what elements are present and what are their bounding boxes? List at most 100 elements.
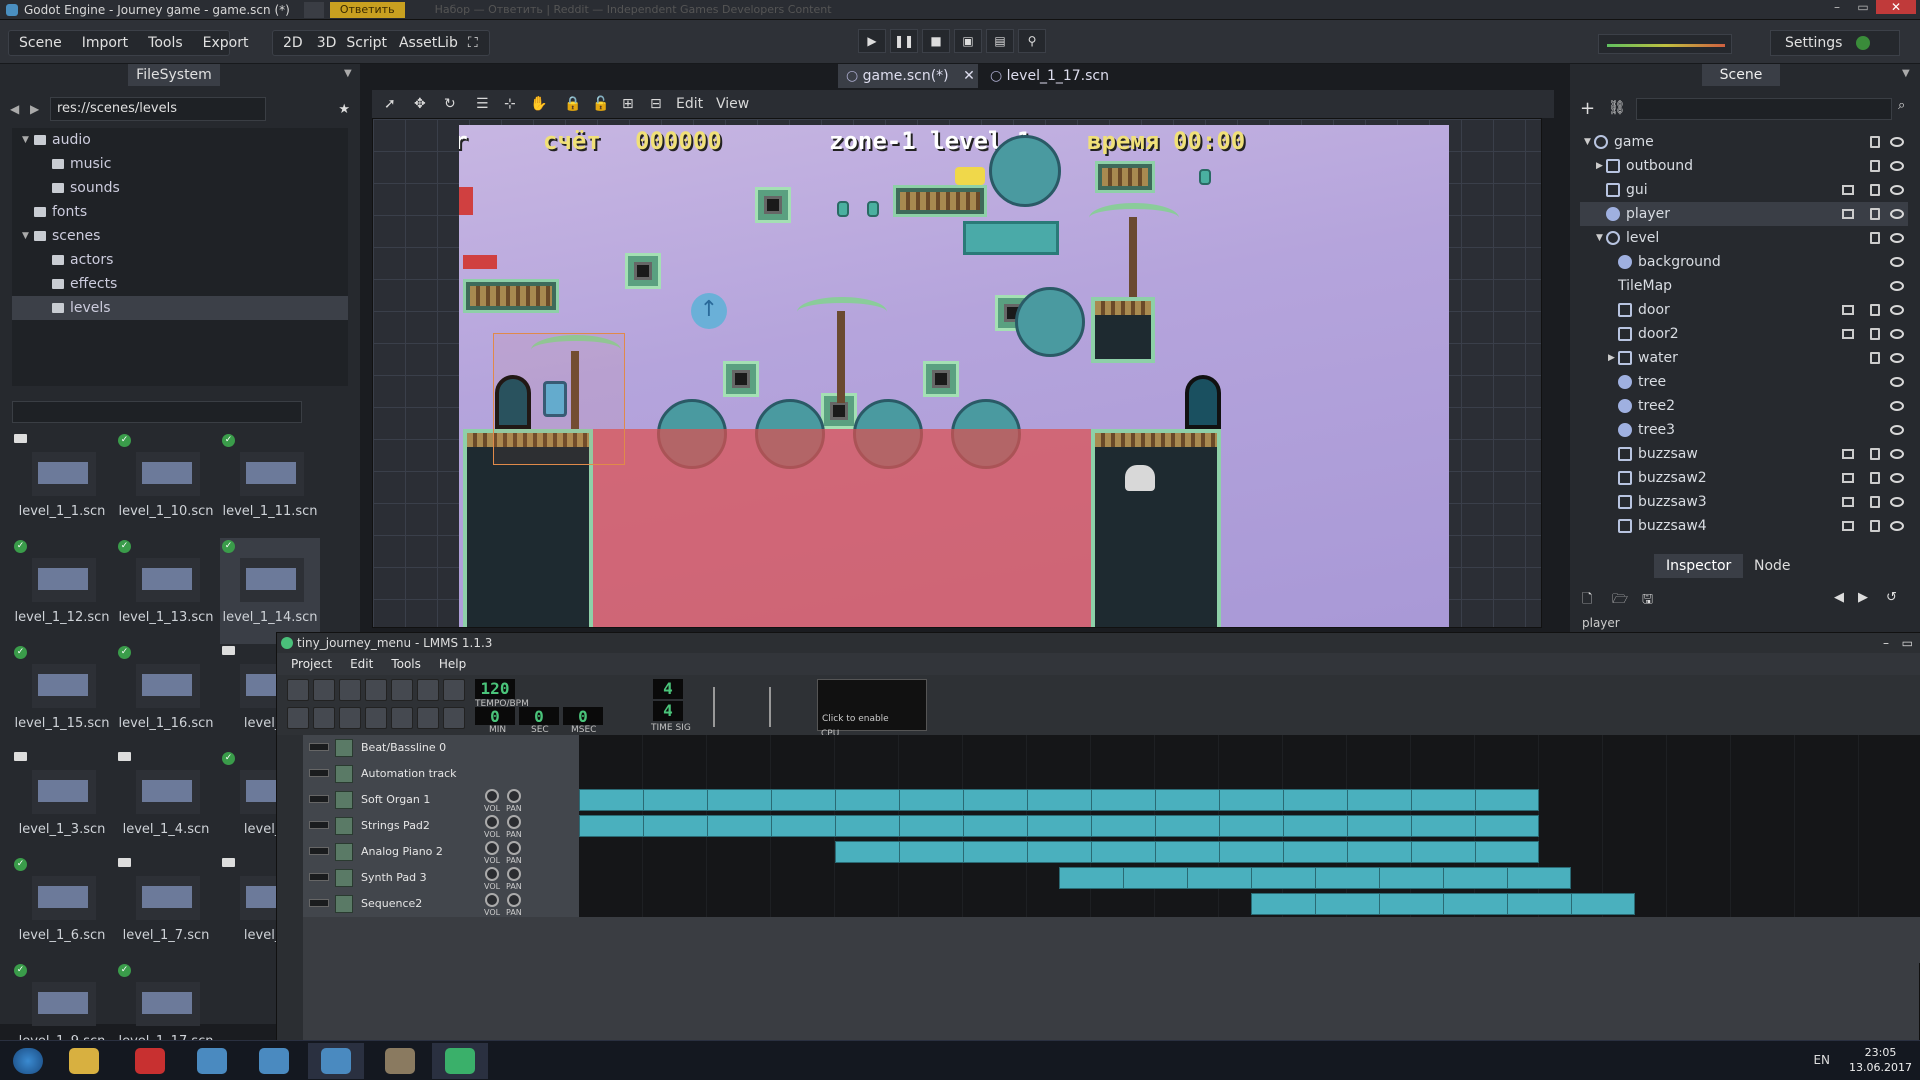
play-scene-icon[interactable]: ▣ — [954, 29, 982, 53]
menu-export[interactable]: Export — [193, 35, 259, 51]
master-pitch-slider[interactable] — [769, 687, 809, 727]
script-icon[interactable] — [1870, 496, 1880, 508]
visibility-eye-icon[interactable] — [1890, 497, 1904, 507]
scene-node[interactable]: ▼ game — [1580, 130, 1908, 154]
pattern-clip[interactable] — [579, 815, 1539, 837]
selection-rect[interactable] — [493, 333, 625, 465]
open-folder-icon[interactable]: 🗁 — [1612, 590, 1628, 612]
scene-node[interactable]: buzzsaw4 — [1580, 514, 1908, 538]
track-header[interactable]: Analog Piano 2 VOL PAN — [303, 839, 579, 865]
browser-tab[interactable]: Ответить — [329, 1, 405, 18]
maximize-button[interactable]: ▭ — [1850, 0, 1876, 14]
vol-knob[interactable] — [485, 893, 499, 907]
play-icon[interactable]: ▶ — [858, 29, 886, 53]
select-tool-icon[interactable]: ➚ — [384, 96, 396, 112]
track-header[interactable]: Strings Pad2 VOL PAN — [303, 813, 579, 839]
group-icon[interactable]: ⊞ — [622, 96, 634, 112]
clock[interactable]: 23:05 13.06.2017 — [1849, 1045, 1912, 1075]
open-project-icon[interactable] — [339, 679, 361, 701]
file-item[interactable]: level_1_1.scn — [12, 432, 112, 538]
vol-knob[interactable] — [485, 841, 499, 855]
visibility-eye-icon[interactable] — [1890, 233, 1904, 243]
folder-item[interactable]: fonts — [12, 200, 348, 224]
maximize-button[interactable]: ▭ — [1902, 633, 1913, 653]
scene-node[interactable]: door — [1580, 298, 1908, 322]
script-icon[interactable] — [1870, 136, 1880, 148]
file-item[interactable]: ✓ level_1_15.scn — [12, 644, 112, 750]
file-item[interactable]: ✓ level_1_14.scn — [220, 538, 320, 644]
expand-arrow-icon[interactable]: ▶ — [1596, 161, 1606, 171]
open-scene-icon[interactable] — [1842, 305, 1854, 315]
vivaldi-icon[interactable] — [122, 1043, 178, 1079]
scene-node[interactable]: TileMap — [1580, 274, 1908, 656]
scene-node[interactable]: door2 — [1580, 322, 1908, 346]
favorite-star-icon[interactable]: ★ — [338, 102, 350, 117]
open-scene-icon[interactable] — [1842, 329, 1854, 339]
track-header[interactable]: Soft Organ 1 VOL PAN — [303, 787, 579, 813]
close-tab-icon[interactable]: ✕ — [963, 68, 975, 84]
history-icon[interactable]: ↺ — [1886, 590, 1897, 605]
visibility-eye-icon[interactable] — [1890, 161, 1904, 171]
folder-item[interactable]: levels — [12, 296, 348, 320]
track-header[interactable]: Automation track — [303, 761, 579, 787]
pan-tool-icon[interactable]: ✋ — [530, 96, 547, 112]
godot-icon[interactable] — [308, 1043, 364, 1079]
tab-game-scn[interactable]: ○ game.scn(*) ✕ — [838, 64, 978, 88]
remote-icon[interactable]: ⚲ — [1018, 29, 1046, 53]
scene-node[interactable]: ▶ water — [1580, 346, 1908, 370]
pan-knob[interactable] — [507, 893, 521, 907]
scene-node[interactable]: buzzsaw — [1580, 442, 1908, 466]
visibility-eye-icon[interactable] — [1890, 257, 1904, 267]
scene-node[interactable]: tree3 — [1580, 418, 1908, 442]
pivot-icon[interactable]: ⊹ — [504, 96, 516, 112]
distraction-free-icon[interactable]: ⛶ — [464, 35, 482, 51]
visibility-eye-icon[interactable] — [1890, 377, 1904, 387]
browser-tab[interactable] — [303, 1, 324, 18]
song-editor-icon[interactable] — [287, 707, 309, 729]
file-item[interactable]: ✓ level_1_12.scn — [12, 538, 112, 644]
beat-bassline-icon[interactable] — [313, 707, 335, 729]
track-lane[interactable] — [579, 865, 1920, 891]
open-scene-icon[interactable] — [1842, 449, 1854, 459]
settings-button[interactable]: Settings — [1770, 30, 1900, 56]
piano-roll-icon[interactable] — [339, 707, 361, 729]
tempo-display[interactable]: 120 — [475, 679, 515, 699]
path-field[interactable]: res://scenes/levels — [50, 97, 267, 121]
file-item[interactable]: level_1_4.scn — [116, 750, 216, 856]
menu-edit[interactable]: Edit — [344, 653, 379, 675]
scene-node[interactable]: buzzsaw2 — [1580, 466, 1908, 490]
open-scene-icon[interactable] — [1842, 473, 1854, 483]
visibility-eye-icon[interactable] — [1890, 305, 1904, 315]
menu-tools[interactable]: Tools — [138, 35, 193, 51]
tab-node[interactable]: Node — [1742, 554, 1803, 578]
visibility-eye-icon[interactable] — [1890, 329, 1904, 339]
new-resource-icon[interactable]: 🗋 — [1582, 590, 1592, 612]
timesig-denominator[interactable]: 4 — [653, 701, 683, 721]
scene-node[interactable]: ▼ level — [1580, 226, 1908, 250]
master-volume-slider[interactable] — [713, 687, 753, 727]
mode-2d[interactable]: 2D — [273, 35, 313, 51]
controller-rack-icon[interactable] — [443, 707, 465, 729]
tab-scene[interactable]: Scene — [1702, 64, 1780, 86]
add-node-icon[interactable]: + — [1580, 98, 1595, 119]
file-item[interactable]: ✓ level_1_6.scn — [12, 856, 112, 962]
lock-icon[interactable]: 🔒 — [564, 96, 581, 112]
folder-item[interactable]: ▼ scenes — [12, 224, 348, 248]
menu-scene[interactable]: Scene — [9, 35, 72, 51]
pattern-clip[interactable] — [1251, 893, 1635, 915]
export-icon[interactable] — [417, 679, 439, 701]
visibility-eye-icon[interactable] — [1890, 137, 1904, 147]
expand-arrow-icon[interactable]: ▼ — [22, 135, 32, 145]
rotate-tool-icon[interactable]: ↻ — [444, 96, 456, 112]
minimize-button[interactable]: – — [1824, 0, 1850, 14]
whats-this-icon[interactable] — [443, 679, 465, 701]
menu-edit[interactable]: Edit — [676, 96, 703, 112]
list-select-icon[interactable]: ☰ — [476, 96, 489, 112]
track-lane[interactable] — [579, 761, 1920, 787]
tab-level-1-17[interactable]: ○ level_1_17.scn — [982, 64, 1109, 88]
file-item[interactable]: level_1_7.scn — [116, 856, 216, 962]
file-item[interactable]: level_1_3.scn — [12, 750, 112, 856]
ungroup-icon[interactable]: ⊟ — [650, 96, 662, 112]
visibility-eye-icon[interactable] — [1890, 425, 1904, 435]
history-back-icon[interactable]: ◀ — [1834, 590, 1844, 605]
